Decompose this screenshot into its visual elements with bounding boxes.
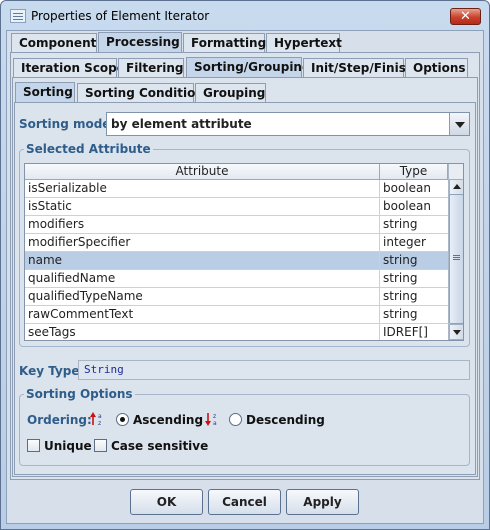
key-type-label: Key Type: bbox=[19, 364, 85, 378]
sorting-mode-label: Sorting mode: bbox=[19, 117, 116, 131]
svg-text:a: a bbox=[213, 420, 217, 427]
scroll-down-arrow-icon[interactable] bbox=[449, 324, 463, 340]
tab-sorting-condition[interactable]: Sorting Condition bbox=[77, 83, 204, 103]
type-cell: integer bbox=[383, 235, 426, 249]
type-cell: boolean bbox=[383, 181, 431, 195]
table-row[interactable]: name string bbox=[25, 252, 448, 270]
cancel-button[interactable]: Cancel bbox=[208, 489, 281, 515]
ordering-label: Ordering: bbox=[27, 413, 92, 427]
attribute-cell: qualifiedTypeName bbox=[25, 288, 380, 306]
type-cell: string bbox=[383, 217, 418, 231]
unique-checkbox[interactable] bbox=[27, 439, 40, 452]
tab-formatting[interactable]: Formatting bbox=[183, 33, 266, 53]
attribute-cell: modifierSpecifier bbox=[25, 234, 380, 252]
close-button[interactable]: ✕ bbox=[450, 8, 481, 25]
attribute-cell: name bbox=[25, 252, 380, 270]
table-header: Attribute Type bbox=[25, 164, 448, 180]
attribute-table[interactable]: Attribute Type isSerializable boolean isSt… bbox=[24, 163, 464, 341]
sorting-options-title: Sorting Options bbox=[24, 387, 135, 401]
selected-attribute-title: Selected Attribute bbox=[24, 142, 153, 156]
window-title: Properties of Element Iterator bbox=[31, 9, 210, 23]
attribute-cell: qualifiedName bbox=[25, 270, 380, 288]
table-row[interactable]: seeTags IDREF[] bbox=[25, 324, 448, 340]
table-row[interactable]: modifierSpecifier integer bbox=[25, 234, 448, 252]
key-type-value: String bbox=[84, 363, 124, 376]
apply-button[interactable]: Apply bbox=[286, 489, 359, 515]
svg-text:z: z bbox=[98, 420, 101, 427]
type-cell: string bbox=[383, 271, 418, 285]
column-header-type[interactable]: Type bbox=[380, 164, 448, 180]
svg-text:z: z bbox=[213, 413, 216, 420]
tab-filtering[interactable]: Filtering bbox=[118, 58, 184, 78]
tab-component[interactable]: Component bbox=[11, 33, 97, 53]
attribute-cell: isSerializable bbox=[25, 180, 380, 198]
table-row[interactable]: qualifiedTypeName string bbox=[25, 288, 448, 306]
unique-label[interactable]: Unique bbox=[44, 439, 92, 453]
sorting-mode-value: by element attribute bbox=[111, 117, 252, 131]
case-sensitive-checkbox[interactable] bbox=[94, 439, 107, 452]
title-bar: Properties of Element Iterator ✕ bbox=[1, 1, 489, 31]
table-row[interactable]: isSerializable boolean bbox=[25, 180, 448, 198]
attribute-cell: isStatic bbox=[25, 198, 380, 216]
tab-sorting[interactable]: Sorting bbox=[15, 82, 75, 103]
tab-grouping[interactable]: Grouping bbox=[195, 83, 266, 103]
type-cell: string bbox=[383, 307, 418, 321]
chevron-down-icon[interactable] bbox=[449, 113, 469, 135]
ascending-radio[interactable] bbox=[116, 413, 129, 426]
sorting-mode-select[interactable]: by element attribute bbox=[106, 112, 470, 136]
case-sensitive-label[interactable]: Case sensitive bbox=[111, 439, 208, 453]
ok-button[interactable]: OK bbox=[130, 489, 203, 515]
descending-radio[interactable] bbox=[229, 413, 242, 426]
table-scrollbar[interactable] bbox=[448, 164, 463, 340]
descending-label[interactable]: Descending bbox=[246, 413, 325, 427]
type-cell: IDREF[] bbox=[383, 325, 428, 339]
sort-descending-icon: z a bbox=[205, 413, 217, 427]
tab-hypertext[interactable]: Hypertext bbox=[266, 33, 342, 53]
key-type-field: String bbox=[78, 360, 470, 380]
table-row[interactable]: modifiers string bbox=[25, 216, 448, 234]
sort-ascending-icon: a z bbox=[90, 412, 102, 427]
ascending-label[interactable]: Ascending bbox=[133, 413, 203, 427]
table-row[interactable]: rawCommentText string bbox=[25, 306, 448, 324]
window-icon bbox=[10, 9, 26, 23]
type-cell: string bbox=[383, 253, 418, 267]
scrollbar-thumb[interactable] bbox=[449, 194, 463, 324]
tab-sorting-grouping[interactable]: Sorting/Grouping bbox=[186, 57, 311, 78]
attribute-cell: rawCommentText bbox=[25, 306, 380, 324]
table-row[interactable]: qualifiedName string bbox=[25, 270, 448, 288]
column-header-attribute[interactable]: Attribute bbox=[25, 164, 380, 180]
type-cell: string bbox=[383, 289, 418, 303]
table-row[interactable]: isStatic boolean bbox=[25, 198, 448, 216]
attribute-cell: seeTags bbox=[25, 324, 380, 340]
sorting-options-group bbox=[19, 394, 470, 466]
tab-processing[interactable]: Processing bbox=[98, 32, 182, 53]
type-cell: boolean bbox=[383, 199, 431, 213]
tab-iteration-scope[interactable]: Iteration Scope bbox=[13, 58, 125, 78]
scroll-up-arrow-icon[interactable] bbox=[449, 179, 463, 195]
attribute-cell: modifiers bbox=[25, 216, 380, 234]
tab-init-step-finish[interactable]: Init/Step/Finish bbox=[303, 58, 414, 78]
tab-options[interactable]: Options bbox=[405, 58, 468, 78]
svg-text:a: a bbox=[98, 413, 102, 420]
